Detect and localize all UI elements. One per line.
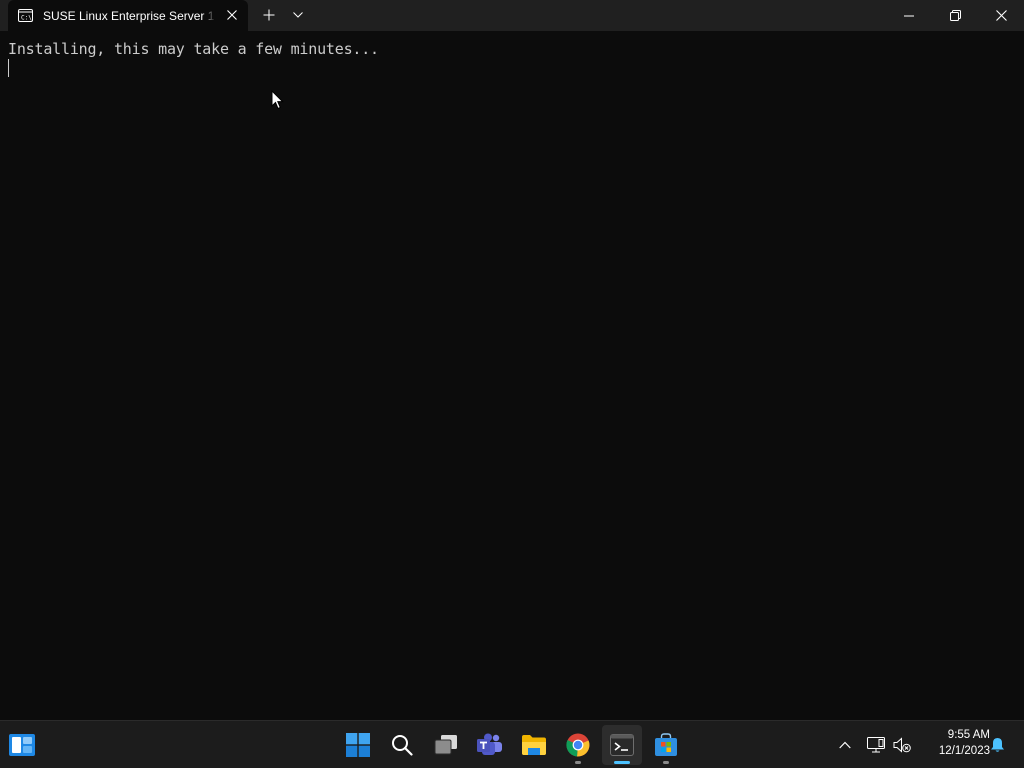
clock-time: 9:55 AM [947, 729, 990, 741]
chrome-icon [566, 733, 590, 757]
clock[interactable]: 9:55 AM 12/1/2023 [918, 727, 990, 763]
start-button[interactable] [338, 725, 378, 765]
taskbar: 9:55 AM 12/1/2023 [0, 720, 1024, 768]
terminal-button[interactable] [602, 725, 642, 765]
active-indicator [614, 761, 630, 764]
close-icon [995, 10, 1007, 21]
terminal-tab-icon: C:\ [18, 9, 33, 22]
teams-icon [477, 733, 502, 755]
text-cursor [8, 59, 9, 77]
maximize-icon [949, 10, 961, 21]
show-hidden-icons-button[interactable] [834, 725, 856, 765]
start-icon [346, 733, 370, 757]
clock-date: 12/1/2023 [938, 745, 990, 757]
tab-dropdown-button[interactable] [287, 3, 309, 27]
mouse-pointer-icon [271, 90, 284, 110]
minimize-button[interactable] [886, 0, 932, 31]
chrome-button[interactable] [558, 725, 598, 765]
title-bar[interactable]: C:\ SUSE Linux Enterprise Server 15 SP5 [0, 0, 1024, 31]
plus-icon [263, 9, 275, 21]
terminal-icon [610, 734, 634, 756]
widgets-button[interactable] [2, 725, 42, 765]
network-icon [867, 737, 885, 753]
tab-title: SUSE Linux Enterprise Server 15 SP5 [43, 9, 215, 23]
chevron-up-icon [839, 741, 851, 749]
new-tab-button[interactable] [256, 3, 282, 27]
close-window-button[interactable] [978, 0, 1024, 31]
volume-button[interactable] [890, 725, 914, 765]
network-button[interactable] [864, 725, 888, 765]
search-icon [392, 735, 413, 756]
svg-text:C:\: C:\ [21, 15, 32, 22]
notification-bell-icon [990, 738, 1004, 752]
widgets-icon [9, 734, 35, 756]
maximize-button[interactable] [932, 0, 978, 31]
running-indicator [575, 761, 581, 764]
search-button[interactable] [382, 725, 422, 765]
microsoft-store-icon [655, 733, 677, 756]
running-indicator [663, 761, 669, 764]
terminal-line: Installing, this may take a few minutes.… [8, 40, 379, 58]
teams-button[interactable] [470, 725, 510, 765]
file-explorer-icon [522, 735, 546, 755]
minimize-icon [904, 15, 914, 16]
microsoft-store-button[interactable] [646, 725, 686, 765]
notifications-button[interactable] [986, 725, 1008, 765]
chevron-down-icon [293, 12, 303, 18]
terminal-tab[interactable]: C:\ SUSE Linux Enterprise Server 15 SP5 [8, 0, 248, 31]
close-icon [227, 10, 237, 20]
terminal-output[interactable]: Installing, this may take a few minutes.… [0, 31, 1024, 720]
task-view-button[interactable] [426, 725, 466, 765]
task-view-icon [434, 735, 457, 755]
volume-muted-icon [893, 737, 911, 753]
file-explorer-button[interactable] [514, 725, 554, 765]
tab-close-button[interactable] [220, 4, 244, 26]
